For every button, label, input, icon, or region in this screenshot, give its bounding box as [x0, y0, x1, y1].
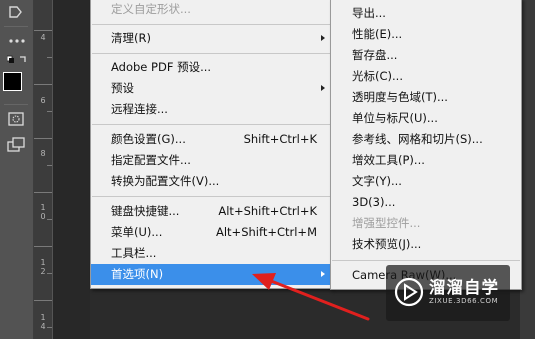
- watermark-play-logo-icon: [394, 277, 424, 307]
- watermark: 溜溜自学 ZIXUE.3D66.COM: [386, 265, 510, 321]
- watermark-subtitle: ZIXUE.3D66.COM: [429, 297, 499, 305]
- watermark-title: 溜溜自学: [429, 278, 499, 297]
